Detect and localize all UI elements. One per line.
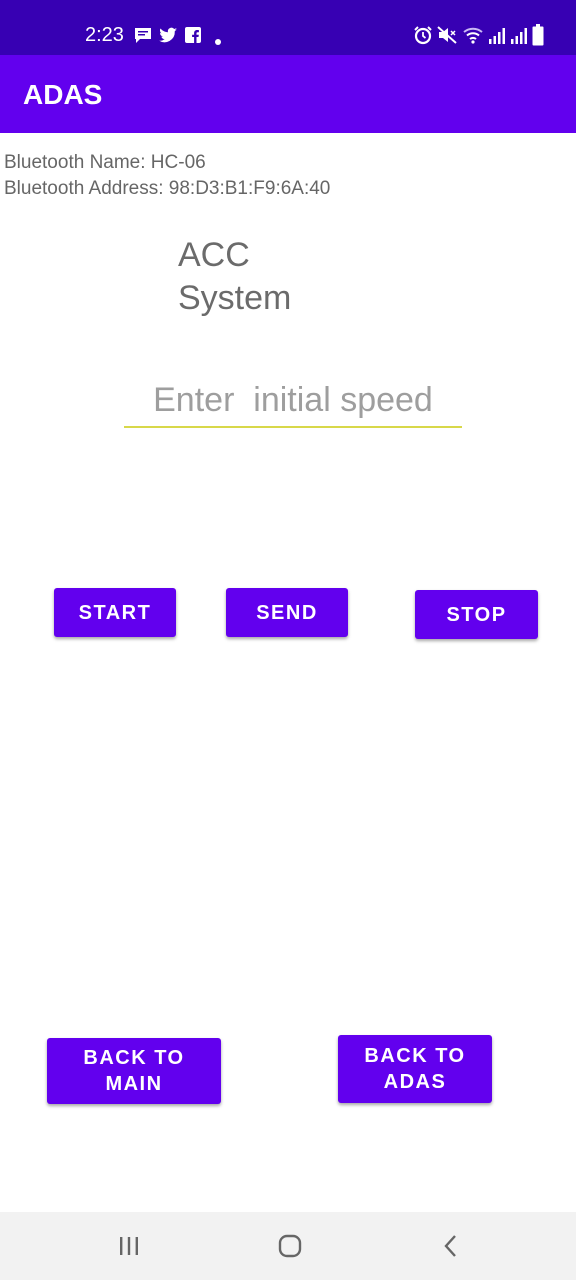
signal-icon	[511, 28, 527, 44]
status-time: 2:23	[85, 24, 124, 46]
home-button[interactable]	[270, 1230, 310, 1262]
start-button[interactable]: START	[54, 588, 176, 637]
navigation-bar	[0, 1212, 576, 1280]
back-to-main-button[interactable]: BACK TO MAIN	[47, 1038, 221, 1104]
system-title-line1: ACC	[178, 236, 250, 274]
mute-icon	[437, 26, 457, 44]
alarm-icon	[414, 26, 432, 45]
app-title: ADAS	[23, 79, 103, 110]
back-to-adas-button[interactable]: BACK TO ADAS	[338, 1035, 492, 1103]
initial-speed-input[interactable]	[124, 374, 462, 428]
signal-icon	[489, 28, 505, 44]
system-title: ACC System	[178, 234, 338, 320]
bluetooth-name-text: Bluetooth Name: HC-06	[4, 152, 206, 173]
app-bar: ADAS	[0, 55, 576, 133]
back-button[interactable]	[431, 1230, 471, 1262]
recents-button[interactable]	[109, 1230, 149, 1262]
bluetooth-address-text: Bluetooth Address: 98:D3:B1:F9:6A:40	[4, 178, 331, 199]
stop-button[interactable]: STOP	[415, 590, 538, 639]
system-title-line2: System	[178, 279, 292, 317]
back-to-main-label-line2: MAIN	[105, 1073, 163, 1095]
back-to-main-label-line1: BACK TO	[83, 1047, 185, 1069]
facebook-icon	[185, 27, 201, 43]
screen: 2:23 ADAS Bluetooth Name: HC-06 Bluetoot…	[0, 0, 576, 1280]
message-icon	[135, 28, 151, 43]
home-icon	[278, 1234, 302, 1258]
status-bar: 2:23	[0, 0, 576, 55]
battery-icon	[532, 24, 544, 46]
back-icon	[444, 1235, 456, 1257]
dot-icon	[215, 39, 221, 45]
back-to-adas-label-line2: ADAS	[383, 1071, 447, 1093]
wifi-icon	[463, 27, 483, 44]
send-button[interactable]: SEND	[226, 588, 348, 637]
back-to-adas-label-line1: BACK TO	[364, 1045, 466, 1067]
recents-icon	[120, 1237, 138, 1255]
twitter-icon	[159, 27, 177, 43]
